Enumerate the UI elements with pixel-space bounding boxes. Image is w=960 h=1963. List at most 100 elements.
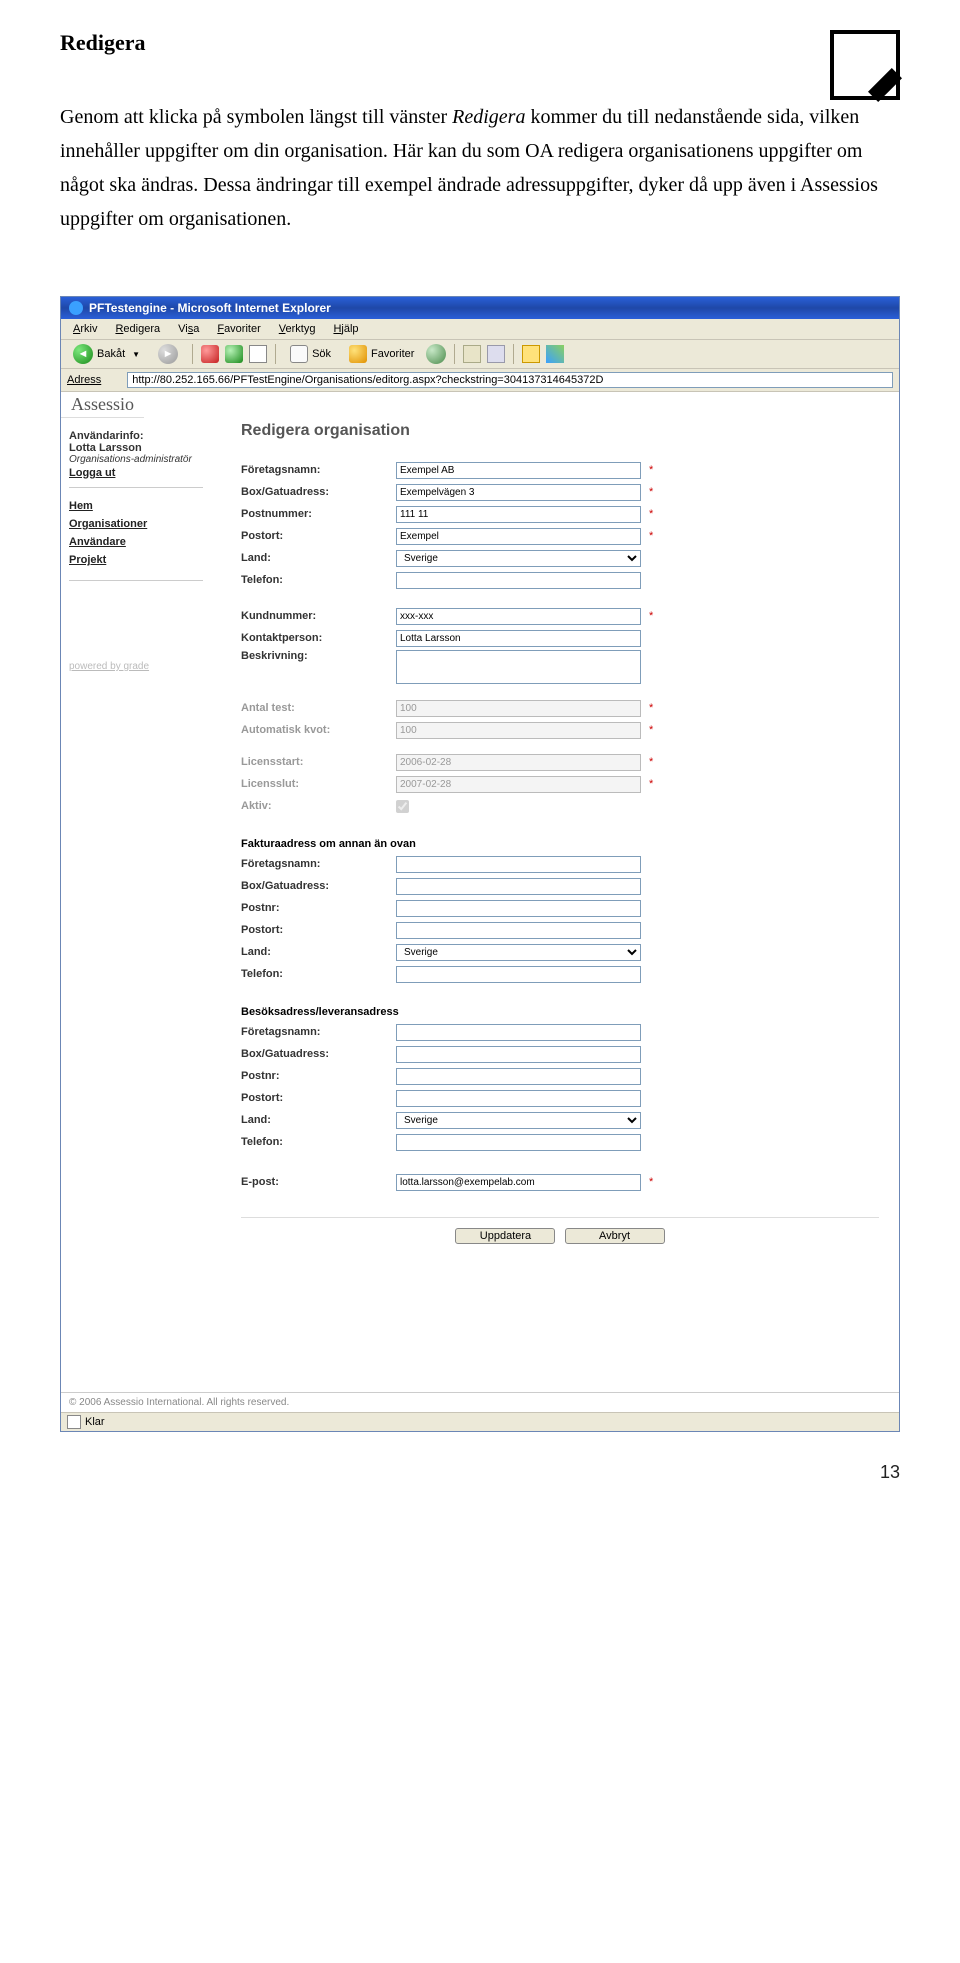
print-icon[interactable] — [487, 345, 505, 363]
req-mark: * — [649, 724, 653, 736]
checkbox-active — [396, 800, 409, 813]
menu-arkiv[interactable]: Arkiv — [65, 321, 105, 337]
doc-paragraph: Genom att klicka på symbolen längst till… — [60, 100, 900, 236]
para-pre: Genom att klicka på symbolen längst till… — [60, 106, 452, 128]
button-row: Uppdatera Avbryt — [241, 1217, 879, 1254]
cancel-button[interactable]: Avbryt — [565, 1228, 665, 1244]
window-titlebar: PFTestengine - Microsoft Internet Explor… — [61, 297, 899, 319]
folder-icon[interactable] — [522, 345, 540, 363]
user-name: Lotta Larsson — [69, 442, 203, 454]
sidebar: Användarinfo: Lotta Larsson Organisation… — [61, 392, 211, 1392]
label-desc: Beskrivning: — [241, 650, 396, 662]
select-vis-country[interactable]: Sverige — [396, 1112, 641, 1129]
nav-organisationer[interactable]: Organisationer — [69, 518, 203, 530]
label-street: Box/Gatuadress: — [241, 486, 396, 498]
input-contact[interactable] — [396, 630, 641, 647]
edit-icon — [830, 30, 900, 100]
doc-heading: Redigera — [60, 30, 146, 56]
input-inv-phone[interactable] — [396, 966, 641, 983]
select-country[interactable]: Sverige — [396, 550, 641, 567]
label-email: E-post: — [241, 1176, 396, 1188]
form-title: Redigera organisation — [241, 422, 879, 440]
input-phone[interactable] — [396, 572, 641, 589]
input-vis-street[interactable] — [396, 1046, 641, 1063]
input-email[interactable] — [396, 1174, 641, 1191]
input-licstart — [396, 754, 641, 771]
input-company[interactable] — [396, 462, 641, 479]
input-custno[interactable] — [396, 608, 641, 625]
menu-verktyg[interactable]: Verktyg — [271, 321, 324, 337]
messenger-icon[interactable] — [546, 345, 564, 363]
toolbar: ◄Bakåt▼ ► Sök Favoriter — [61, 340, 899, 369]
nav-projekt[interactable]: Projekt — [69, 554, 203, 566]
label-quota: Automatisk kvot: — [241, 724, 396, 736]
menu-visa[interactable]: Visa — [170, 321, 207, 337]
menu-favoriter[interactable]: Favoriter — [209, 321, 268, 337]
label-vis-street: Box/Gatuadress: — [241, 1048, 396, 1060]
mail-icon[interactable] — [463, 345, 481, 363]
window-title: PFTestengine - Microsoft Internet Explor… — [89, 301, 331, 315]
menu-redigera[interactable]: Redigera — [107, 321, 168, 337]
req-mark: * — [649, 530, 653, 542]
logout-link[interactable]: Logga ut — [69, 467, 203, 479]
user-role: Organisations-administratör — [69, 454, 203, 465]
input-vis-phone[interactable] — [396, 1134, 641, 1151]
label-country: Land: — [241, 552, 396, 564]
input-vis-city[interactable] — [396, 1090, 641, 1107]
label-licstart: Licensstart: — [241, 756, 396, 768]
stop-icon[interactable] — [201, 345, 219, 363]
input-quota — [396, 722, 641, 739]
userinfo-label: Användarinfo: — [69, 430, 203, 442]
label-contact: Kontaktperson: — [241, 632, 396, 644]
menu-bar: Arkiv Redigera Visa Favoriter Verktyg Hj… — [61, 319, 899, 340]
input-inv-city[interactable] — [396, 922, 641, 939]
label-inv-city: Postort: — [241, 924, 396, 936]
section-visit: Besöksadress/leveransadress — [241, 1006, 879, 1018]
section-invoice: Fakturaadress om annan än ovan — [241, 838, 879, 850]
input-vis-company[interactable] — [396, 1024, 641, 1041]
label-company: Företagsnamn: — [241, 464, 396, 476]
input-licend — [396, 776, 641, 793]
favorites-button[interactable]: Favoriter — [343, 344, 420, 364]
page-icon — [107, 373, 121, 387]
req-mark: * — [649, 702, 653, 714]
req-mark: * — [649, 464, 653, 476]
label-zip: Postnummer: — [241, 508, 396, 520]
home-icon[interactable] — [249, 345, 267, 363]
req-mark: * — [649, 610, 653, 622]
ie-icon — [69, 301, 83, 315]
label-vis-zip: Postnr: — [241, 1070, 396, 1082]
input-inv-street[interactable] — [396, 878, 641, 895]
label-inv-company: Företagsnamn: — [241, 858, 396, 870]
label-custno: Kundnummer: — [241, 610, 396, 622]
req-mark: * — [649, 778, 653, 790]
update-button[interactable]: Uppdatera — [455, 1228, 555, 1244]
menu-hjalp[interactable]: Hjälp — [325, 321, 366, 337]
search-button[interactable]: Sök — [284, 344, 337, 364]
page-icon — [67, 1415, 81, 1429]
label-ntest: Antal test: — [241, 702, 396, 714]
history-icon[interactable] — [426, 344, 446, 364]
input-vis-zip[interactable] — [396, 1068, 641, 1085]
nav-anvandare[interactable]: Användare — [69, 536, 203, 548]
label-inv-zip: Postnr: — [241, 902, 396, 914]
label-vis-phone: Telefon: — [241, 1136, 396, 1148]
input-inv-company[interactable] — [396, 856, 641, 873]
req-mark: * — [649, 756, 653, 768]
nav-hem[interactable]: Hem — [69, 500, 203, 512]
forward-button: ► — [152, 343, 184, 365]
status-bar: Klar — [61, 1412, 899, 1431]
input-desc[interactable] — [396, 650, 641, 684]
input-street[interactable] — [396, 484, 641, 501]
label-inv-phone: Telefon: — [241, 968, 396, 980]
address-input[interactable] — [127, 372, 893, 388]
ie-window: PFTestengine - Microsoft Internet Explor… — [60, 296, 900, 1432]
select-inv-country[interactable]: Sverige — [396, 944, 641, 961]
refresh-icon[interactable] — [225, 345, 243, 363]
label-vis-company: Företagsnamn: — [241, 1026, 396, 1038]
back-button[interactable]: ◄Bakåt▼ — [67, 343, 146, 365]
input-inv-zip[interactable] — [396, 900, 641, 917]
input-zip[interactable] — [396, 506, 641, 523]
req-mark: * — [649, 486, 653, 498]
input-city[interactable] — [396, 528, 641, 545]
